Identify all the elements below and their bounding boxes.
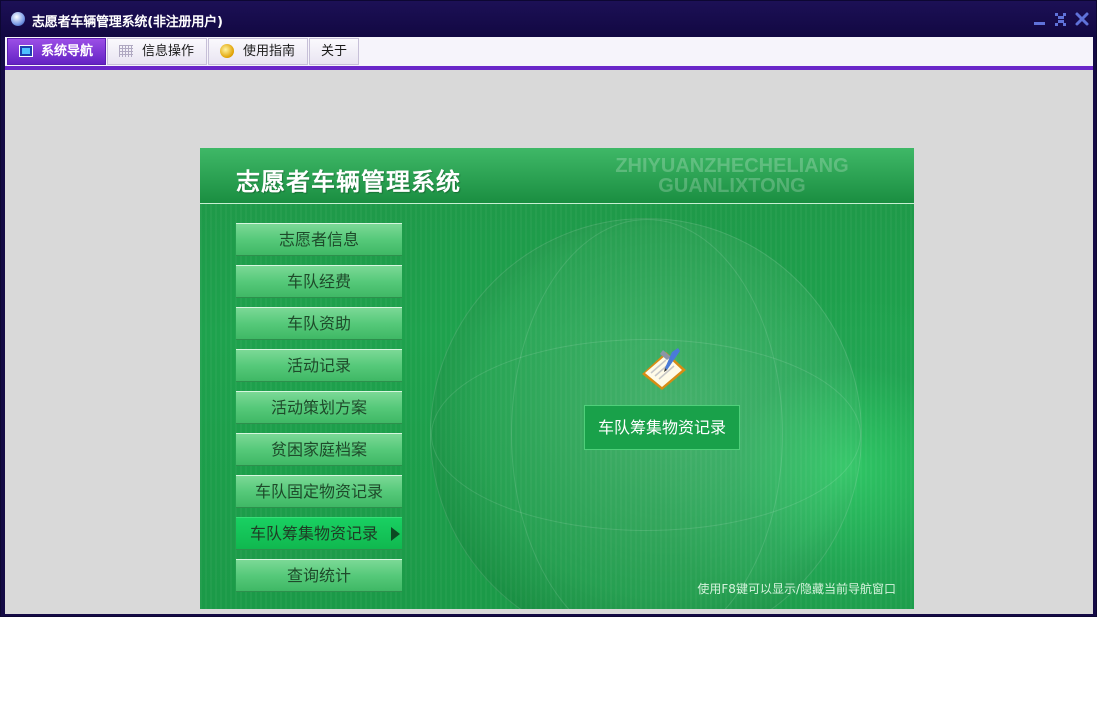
menu-bar: 系统导航 信息操作 使用指南 关于 [5,37,1093,70]
panel-title: 志愿者车辆管理系统 [236,168,461,196]
window-title: 志愿者车辆管理系统(非注册用户) [32,15,223,30]
monitor-icon [19,45,33,57]
menu-label: 系统导航 [41,44,94,59]
selected-module-button[interactable]: 车队筹集物资记录 [584,405,740,450]
pinyin-watermark: ZHIYUANZHECHELIANG GUANLIXTONG [572,156,892,196]
menu-about[interactable]: 关于 [309,38,359,65]
nav-raised-supplies[interactable]: 车队筹集物资记录 [236,517,402,550]
f8-hint-text: 使用F8键可以显示/隐藏当前导航窗口 [697,582,896,596]
nav-team-sponsorship[interactable]: 车队资助 [236,307,402,340]
nav-activity-records[interactable]: 活动记录 [236,349,402,382]
grid-icon [119,45,133,57]
nav-query-statistics[interactable]: 查询统计 [236,559,402,592]
minimize-icon[interactable] [1031,9,1049,29]
nav-fixed-supplies[interactable]: 车队固定物资记录 [236,475,402,508]
menu-label: 信息操作 [142,44,195,59]
menu-info-operations[interactable]: 信息操作 [107,38,207,65]
nav-team-funds[interactable]: 车队经费 [236,265,402,298]
watermark-line-2: GUANLIXTONG [658,175,806,197]
nav-poor-family-archive[interactable]: 贫困家庭档案 [236,433,402,466]
app-logo-icon [11,12,25,26]
menu-system-navigation[interactable]: 系统导航 [7,38,106,65]
guide-icon [220,44,234,58]
menu-user-guide[interactable]: 使用指南 [208,38,308,65]
watermark-line-1: ZHIYUANZHECHELIANG [615,155,849,177]
title-bar[interactable]: 志愿者车辆管理系统(非注册用户) [1,1,1096,37]
navigation-panel: 志愿者车辆管理系统 ZHIYUANZHECHELIANG GUANLIXTONG… [200,148,914,609]
clipboard-icon[interactable] [636,346,690,392]
nav-activity-plans[interactable]: 活动策划方案 [236,391,402,424]
menu-label: 使用指南 [243,44,296,59]
restore-icon[interactable] [1052,9,1070,29]
menu-label: 关于 [321,44,348,59]
nav-volunteer-info[interactable]: 志愿者信息 [236,223,402,256]
panel-header: 志愿者车辆管理系统 ZHIYUANZHECHELIANG GUANLIXTONG [200,148,914,204]
close-icon[interactable] [1073,9,1091,29]
